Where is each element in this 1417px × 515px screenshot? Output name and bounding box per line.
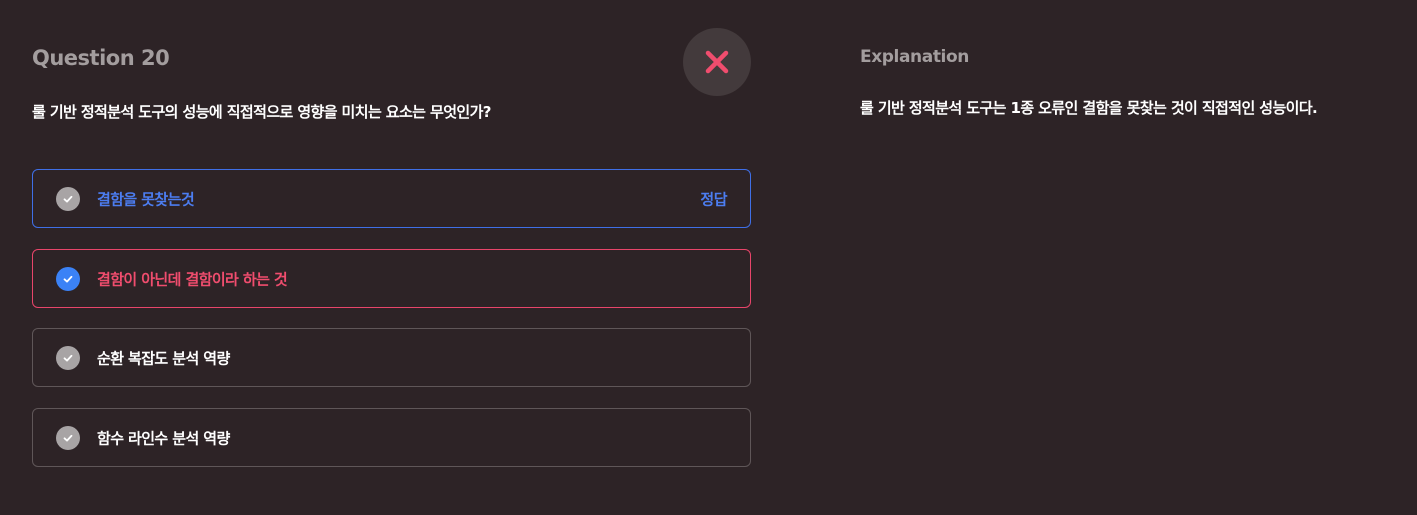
- explanation-title: Explanation: [860, 47, 969, 67]
- option-label: 순환 복잡도 분석 역량: [97, 349, 230, 367]
- check-icon: [56, 186, 80, 211]
- option-2[interactable]: 결함이 아닌데 결함이라 하는 것: [32, 249, 751, 308]
- close-icon: [705, 50, 729, 74]
- option-label: 결함을 못찾는것: [97, 190, 195, 208]
- question-panel: Question 20 룰 기반 정적분석 도구의 성능에 직접적으로 영향을 …: [32, 0, 751, 515]
- option-label: 함수 라인수 분석 역량: [97, 429, 230, 447]
- check-icon: [56, 345, 80, 370]
- option-3[interactable]: 순환 복잡도 분석 역량: [32, 328, 751, 387]
- question-text: 룰 기반 정적분석 도구의 성능에 직접적으로 영향을 미치는 요소는 무엇인가…: [32, 103, 492, 121]
- correct-answer-badge: 정답: [700, 190, 727, 208]
- result-badge: [683, 28, 751, 96]
- question-title: Question 20: [32, 46, 170, 70]
- option-label: 결함이 아닌데 결함이라 하는 것: [97, 270, 288, 288]
- option-1[interactable]: 결함을 못찾는것 정답: [32, 169, 751, 228]
- explanation-text: 룰 기반 정적분석 도구는 1종 오류인 결함을 못찾는 것이 직접적인 성능이…: [860, 99, 1318, 117]
- option-4[interactable]: 함수 라인수 분석 역량: [32, 408, 751, 467]
- quiz-review-page: Question 20 룰 기반 정적분석 도구의 성능에 직접적으로 영향을 …: [0, 0, 1417, 515]
- check-icon: [56, 266, 80, 291]
- check-icon: [56, 425, 80, 450]
